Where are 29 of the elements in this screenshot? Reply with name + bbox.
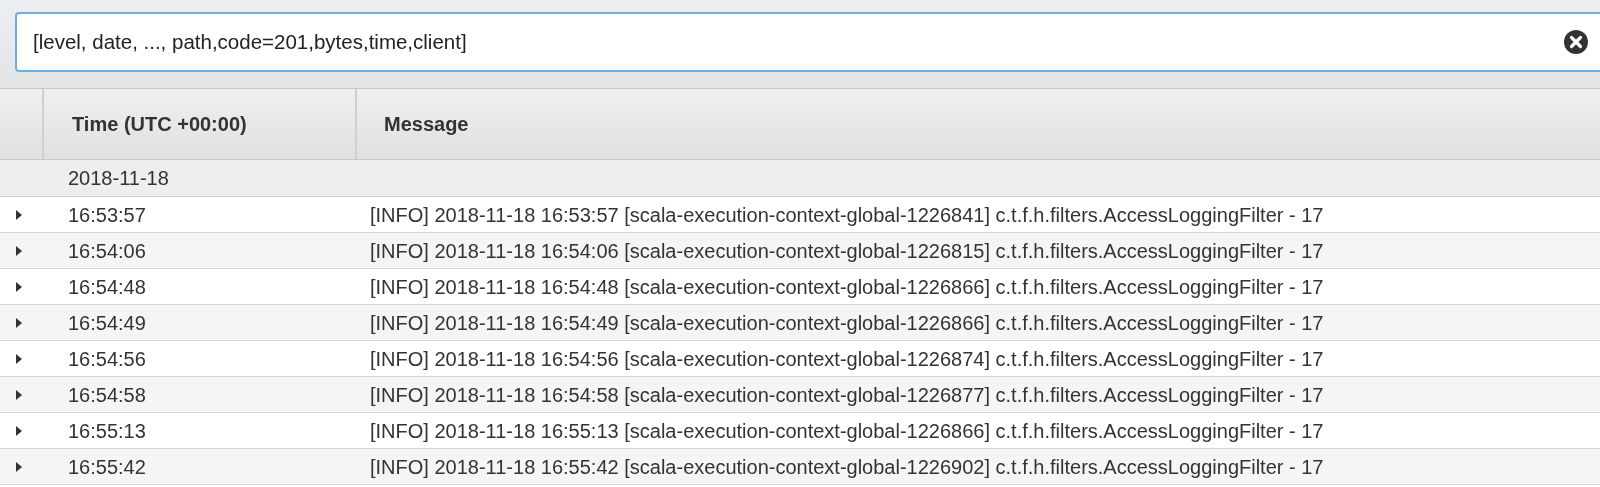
time-cell: 16:54:49 (68, 311, 146, 334)
column-header: Time (UTC +00:00) (72, 112, 247, 137)
message-cell: [INFO] 2018-11-18 16:54:48 [scala-execution-context-global-1226866] c.t.f.h.filters.AccessLoggingFilter - 17 (370, 275, 1324, 298)
time-cell: 16:53:57 (68, 203, 146, 226)
expand-arrow-icon[interactable] (15, 316, 23, 329)
expand-arrow-icon[interactable] (15, 460, 23, 473)
time-cell: 16:55:13 (68, 419, 146, 442)
message-cell: [INFO] 2018-11-18 16:54:06 [scala-execution-context-global-1226815] c.t.f.h.filters.AccessLoggingFilter - 17 (370, 239, 1324, 262)
time-cell: 16:54:48 (68, 275, 146, 298)
search-field[interactable]: [level, date, ..., path,code=201,bytes,time,client] (15, 12, 1600, 72)
column-header: Message (384, 112, 469, 137)
message-cell: [INFO] 2018-11-18 16:54:56 [scala-execution-context-global-1226874] c.t.f.h.filters.AccessLoggingFilter - 17 (370, 347, 1324, 370)
expand-arrow-icon[interactable] (15, 352, 23, 365)
time-cell: 16:54:06 (68, 239, 146, 262)
expand-arrow-icon[interactable] (15, 244, 23, 257)
message-cell: [INFO] 2018-11-18 16:54:58 [scala-execution-context-global-1226877] c.t.f.h.filters.AccessLoggingFilter - 17 (370, 383, 1324, 406)
expand-arrow-icon[interactable] (15, 280, 23, 293)
time-cell: 16:54:56 (68, 347, 146, 370)
expand-arrow-icon[interactable] (15, 388, 23, 401)
date-group-label: 2018-11-18 (68, 166, 169, 191)
time-cell: 16:55:42 (68, 455, 146, 478)
expand-arrow-icon[interactable] (15, 424, 23, 437)
clear-icon[interactable] (1564, 30, 1588, 54)
message-cell: [INFO] 2018-11-18 16:55:13 [scala-execution-context-global-1226866] c.t.f.h.filters.AccessLoggingFilter - 17 (370, 419, 1324, 442)
expand-arrow-icon[interactable] (15, 208, 23, 221)
message-cell: [INFO] 2018-11-18 16:55:42 [scala-execution-context-global-1226902] c.t.f.h.filters.AccessLoggingFilter - 17 (370, 455, 1324, 478)
message-cell: [INFO] 2018-11-18 16:54:49 [scala-execution-context-global-1226866] c.t.f.h.filters.AccessLoggingFilter - 17 (370, 311, 1324, 334)
time-cell: 16:54:58 (68, 383, 146, 406)
message-cell: [INFO] 2018-11-18 16:53:57 [scala-execution-context-global-1226841] c.t.f.h.filters.AccessLoggingFilter - 17 (370, 203, 1324, 226)
